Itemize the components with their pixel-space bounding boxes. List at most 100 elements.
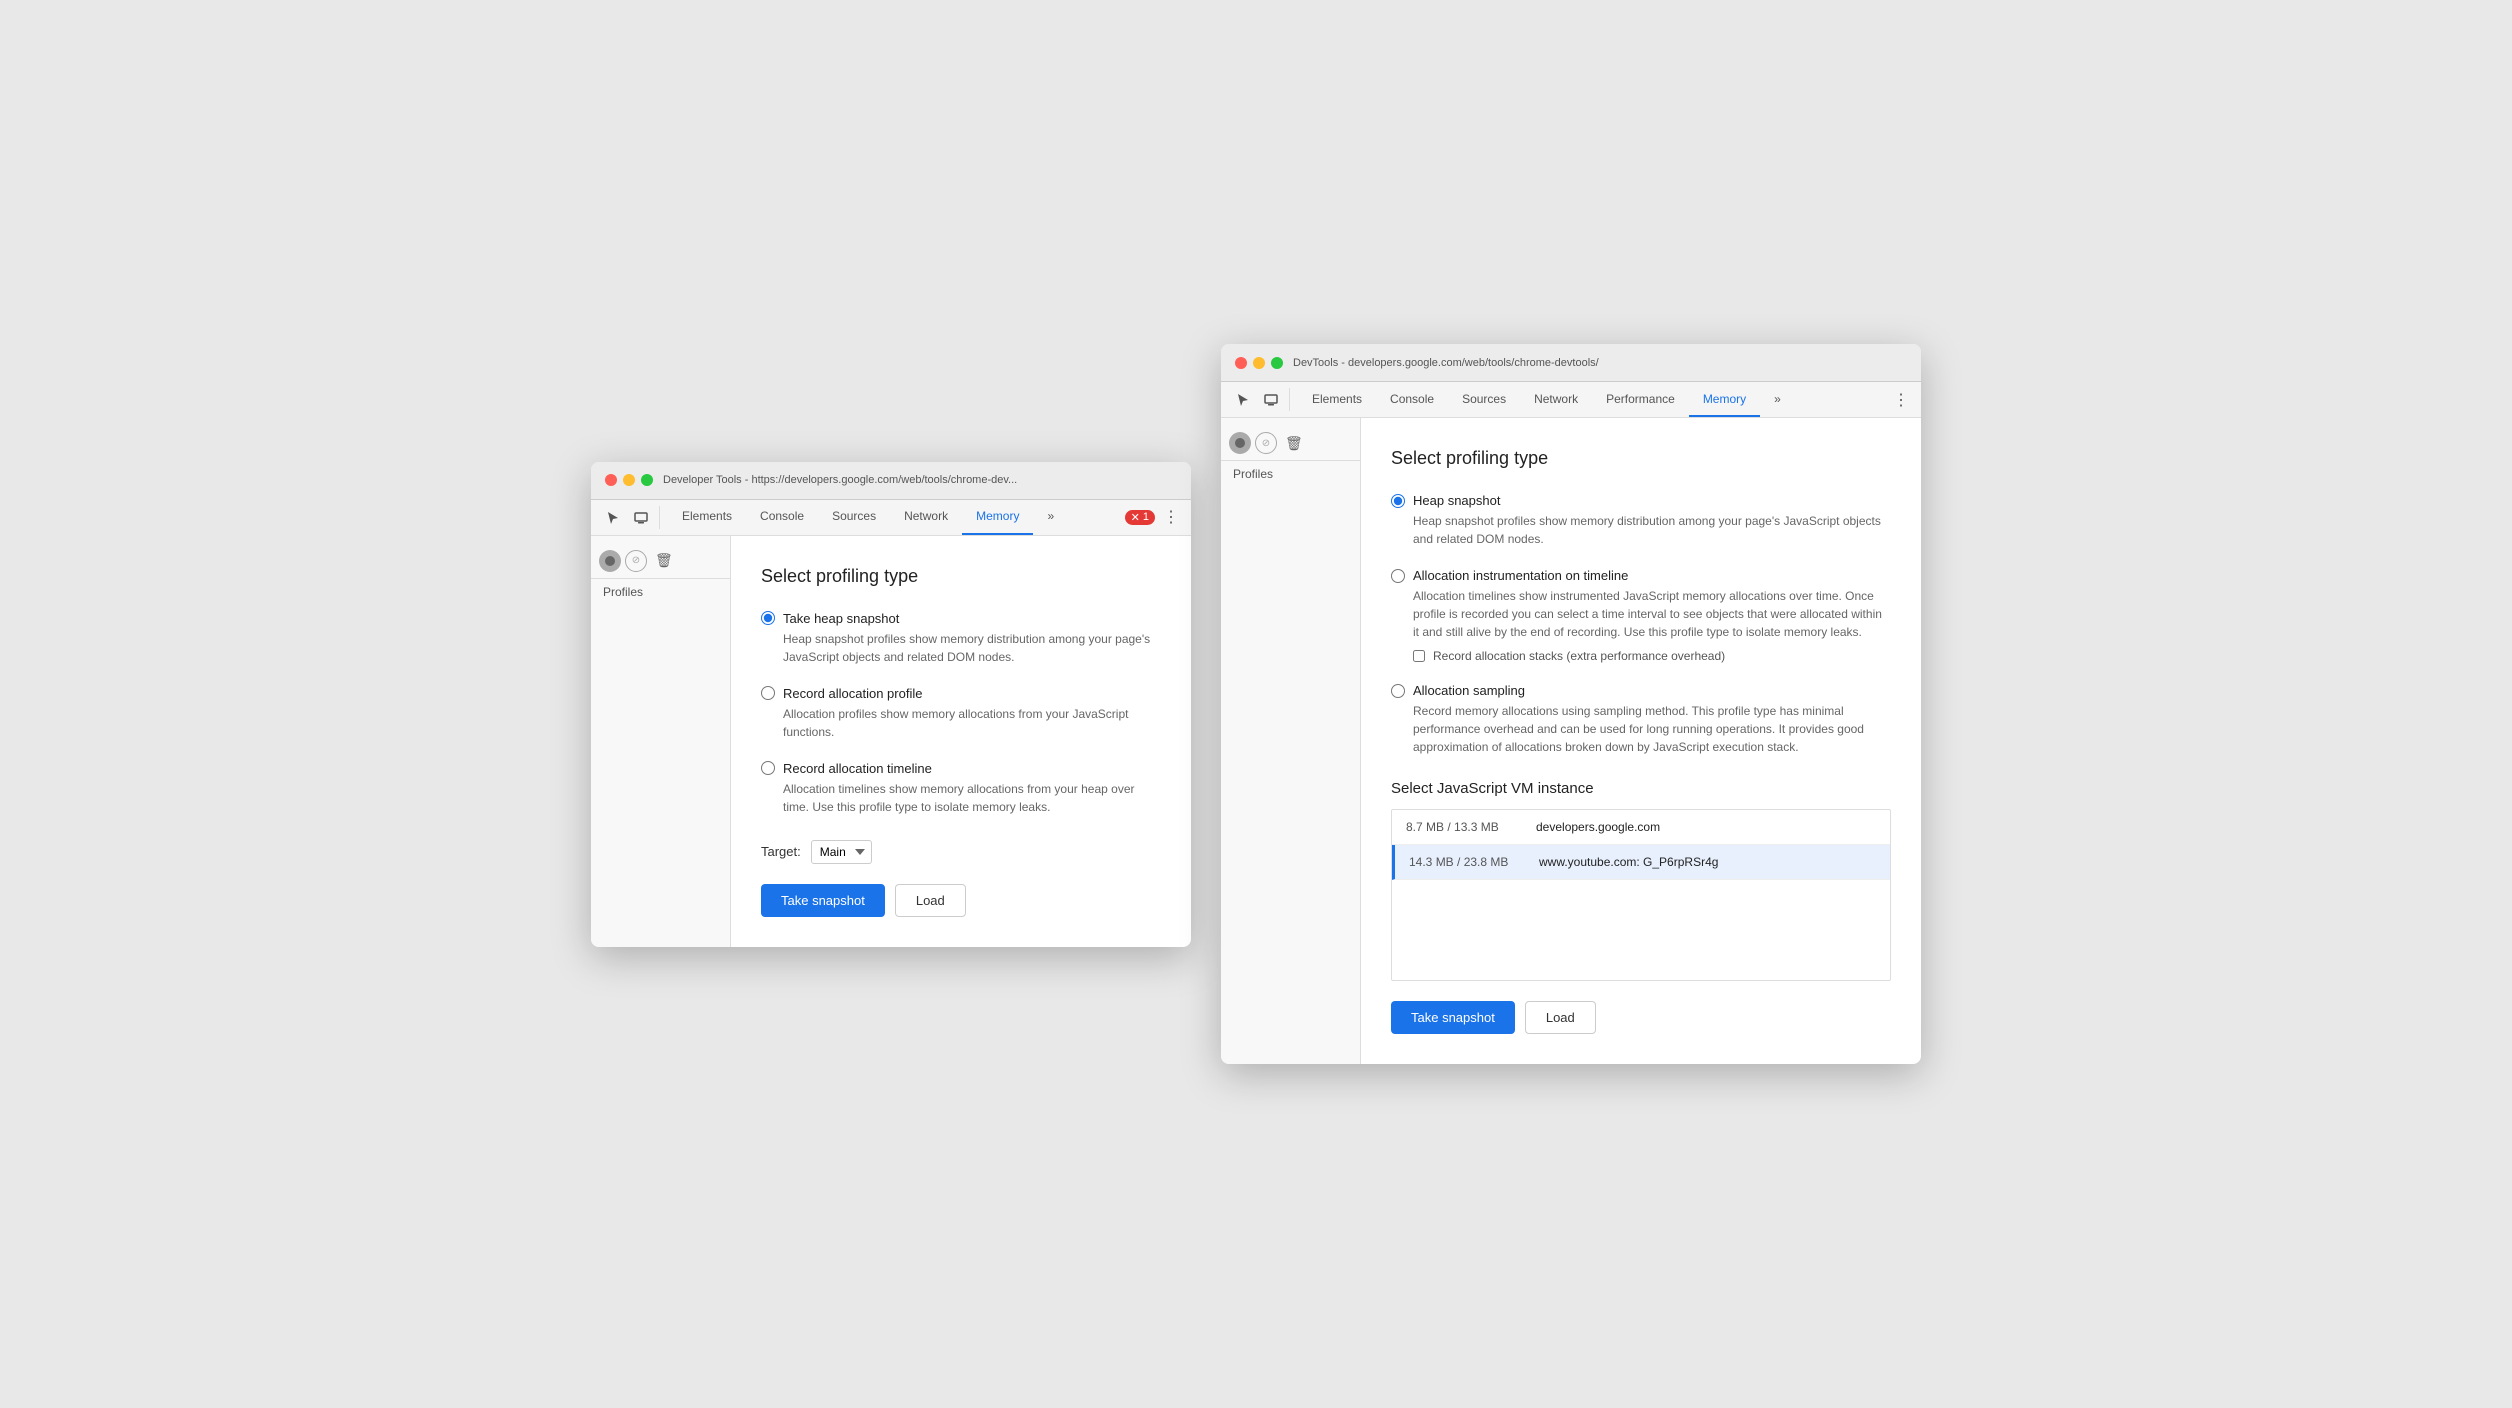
- right-alloc-timeline-text: Allocation instrumentation on timeline: [1413, 568, 1628, 583]
- left-tab-elements[interactable]: Elements: [668, 500, 746, 535]
- right-tab-console[interactable]: Console: [1376, 382, 1448, 417]
- left-option-alloc-profile: Record allocation profile Allocation pro…: [761, 686, 1161, 741]
- left-tab-sources[interactable]: Sources: [818, 500, 890, 535]
- right-alloc-stacks-label: Record allocation stacks (extra performa…: [1433, 649, 1725, 663]
- left-target-select[interactable]: Main: [811, 840, 872, 864]
- left-heap-snapshot-text: Take heap snapshot: [783, 611, 899, 626]
- left-target-row: Target: Main: [761, 840, 1161, 864]
- right-vm-memory-0: 8.7 MB / 13.3 MB: [1406, 820, 1516, 834]
- right-tab-more[interactable]: »: [1760, 382, 1795, 417]
- right-minimize-button[interactable]: [1253, 357, 1265, 369]
- right-sidebar-profiles: Profiles: [1221, 461, 1360, 487]
- right-toolbar: Elements Console Sources Network Perform…: [1221, 382, 1921, 418]
- right-alloc-sampling-text: Allocation sampling: [1413, 683, 1525, 698]
- left-cursor-icon[interactable]: [599, 500, 627, 536]
- left-minimize-button[interactable]: [623, 474, 635, 486]
- left-sidebar-profiles: Profiles: [591, 579, 730, 605]
- left-toolbar-right: ✕ 1 ⋮: [1125, 500, 1183, 535]
- left-target-label: Target:: [761, 844, 801, 859]
- right-vm-table: 8.7 MB / 13.3 MB developers.google.com 1…: [1391, 809, 1891, 981]
- left-error-count: 1: [1143, 511, 1149, 523]
- left-close-button[interactable]: [605, 474, 617, 486]
- left-tab-memory[interactable]: Memory: [962, 500, 1033, 535]
- left-device-icon[interactable]: [627, 500, 655, 536]
- right-vm-memory-1: 14.3 MB / 23.8 MB: [1409, 855, 1519, 869]
- right-alloc-timeline-label[interactable]: Allocation instrumentation on timeline: [1391, 568, 1891, 583]
- right-tab-sources[interactable]: Sources: [1448, 382, 1520, 417]
- right-toolbar-divider: [1289, 388, 1290, 411]
- left-alloc-profile-text: Record allocation profile: [783, 686, 922, 701]
- left-record-controls: ⊘ 🗑: [591, 544, 730, 579]
- left-trash-button[interactable]: 🗑: [651, 550, 677, 571]
- right-devtools-window: DevTools - developers.google.com/web/too…: [1221, 344, 1921, 1064]
- left-heap-snapshot-desc: Heap snapshot profiles show memory distr…: [783, 630, 1161, 666]
- left-title-bar: Developer Tools - https://developers.goo…: [591, 462, 1191, 500]
- right-vm-empty-space: [1392, 880, 1890, 980]
- right-vm-section-title: Select JavaScript VM instance: [1391, 780, 1891, 797]
- right-window-title: DevTools - developers.google.com/web/too…: [1293, 357, 1907, 369]
- right-take-snapshot-button[interactable]: Take snapshot: [1391, 1001, 1515, 1034]
- right-alloc-timeline-desc: Allocation timelines show instrumented J…: [1413, 587, 1891, 641]
- right-record-button[interactable]: [1229, 432, 1251, 454]
- right-vm-url-1: www.youtube.com: G_P6rpRSr4g: [1539, 855, 1718, 869]
- left-section-title: Select profiling type: [761, 566, 1161, 587]
- right-tab-memory[interactable]: Memory: [1689, 382, 1760, 417]
- left-btn-row: Take snapshot Load: [761, 884, 1161, 917]
- left-maximize-button[interactable]: [641, 474, 653, 486]
- left-tabs: Elements Console Sources Network Memory …: [668, 500, 1125, 535]
- left-record-button[interactable]: [599, 550, 621, 572]
- right-heap-snapshot-label[interactable]: Heap snapshot: [1391, 493, 1891, 508]
- left-sidebar: ⊘ 🗑 Profiles: [591, 536, 731, 947]
- left-tab-console[interactable]: Console: [746, 500, 818, 535]
- right-alloc-sampling-radio[interactable]: [1391, 684, 1405, 698]
- right-trash-button[interactable]: 🗑: [1281, 433, 1307, 454]
- right-vm-row-0[interactable]: 8.7 MB / 13.3 MB developers.google.com: [1392, 810, 1890, 845]
- right-tab-elements[interactable]: Elements: [1298, 382, 1376, 417]
- left-tab-network[interactable]: Network: [890, 500, 962, 535]
- left-devtools-window: Developer Tools - https://developers.goo…: [591, 462, 1191, 947]
- right-content-area: Select profiling type Heap snapshot Heap…: [1361, 418, 1921, 1064]
- left-more-button[interactable]: ⋮: [1159, 507, 1183, 527]
- right-alloc-sampling-desc: Record memory allocations using sampling…: [1413, 702, 1891, 756]
- right-heap-snapshot-text: Heap snapshot: [1413, 493, 1500, 508]
- left-alloc-profile-radio[interactable]: [761, 686, 775, 700]
- right-option-heap-snapshot: Heap snapshot Heap snapshot profiles sho…: [1391, 493, 1891, 548]
- right-maximize-button[interactable]: [1271, 357, 1283, 369]
- left-load-button[interactable]: Load: [895, 884, 966, 917]
- left-content-area: Select profiling type Take heap snapshot…: [731, 536, 1191, 947]
- left-alloc-timeline-radio[interactable]: [761, 761, 775, 775]
- left-tab-more[interactable]: »: [1033, 500, 1068, 535]
- left-heap-snapshot-label[interactable]: Take heap snapshot: [761, 611, 1161, 626]
- left-toolbar-divider: [659, 506, 660, 529]
- left-alloc-timeline-desc: Allocation timelines show memory allocat…: [783, 780, 1161, 816]
- right-heap-snapshot-radio[interactable]: [1391, 494, 1405, 508]
- right-tabs: Elements Console Sources Network Perform…: [1298, 382, 1889, 417]
- left-alloc-profile-label[interactable]: Record allocation profile: [761, 686, 1161, 701]
- right-alloc-timeline-radio[interactable]: [1391, 569, 1405, 583]
- left-alloc-timeline-text: Record allocation timeline: [783, 761, 932, 776]
- right-device-icon[interactable]: [1257, 382, 1285, 418]
- right-alloc-sampling-label[interactable]: Allocation sampling: [1391, 683, 1891, 698]
- left-stop-button[interactable]: ⊘: [625, 550, 647, 572]
- right-heap-snapshot-desc: Heap snapshot profiles show memory distr…: [1413, 512, 1891, 548]
- right-tab-performance[interactable]: Performance: [1592, 382, 1689, 417]
- right-vm-row-1[interactable]: 14.3 MB / 23.8 MB www.youtube.com: G_P6r…: [1392, 845, 1890, 880]
- right-alloc-stacks-row: Record allocation stacks (extra performa…: [1413, 649, 1891, 663]
- right-vm-url-0: developers.google.com: [1536, 820, 1660, 834]
- right-tab-network[interactable]: Network: [1520, 382, 1592, 417]
- left-alloc-timeline-label[interactable]: Record allocation timeline: [761, 761, 1161, 776]
- right-traffic-lights: [1235, 357, 1283, 369]
- right-cursor-icon[interactable]: [1229, 382, 1257, 418]
- left-error-badge[interactable]: ✕ 1: [1125, 510, 1155, 525]
- left-heap-snapshot-radio[interactable]: [761, 611, 775, 625]
- right-option-alloc-sampling: Allocation sampling Record memory alloca…: [1391, 683, 1891, 756]
- right-close-button[interactable]: [1235, 357, 1247, 369]
- right-alloc-stacks-checkbox[interactable]: [1413, 650, 1425, 662]
- left-window-title: Developer Tools - https://developers.goo…: [663, 474, 1177, 486]
- right-record-dot: [1235, 438, 1245, 448]
- left-take-snapshot-button[interactable]: Take snapshot: [761, 884, 885, 917]
- right-load-button[interactable]: Load: [1525, 1001, 1596, 1034]
- right-stop-icon: ⊘: [1262, 438, 1270, 449]
- right-more-button[interactable]: ⋮: [1889, 382, 1913, 417]
- right-stop-button[interactable]: ⊘: [1255, 432, 1277, 454]
